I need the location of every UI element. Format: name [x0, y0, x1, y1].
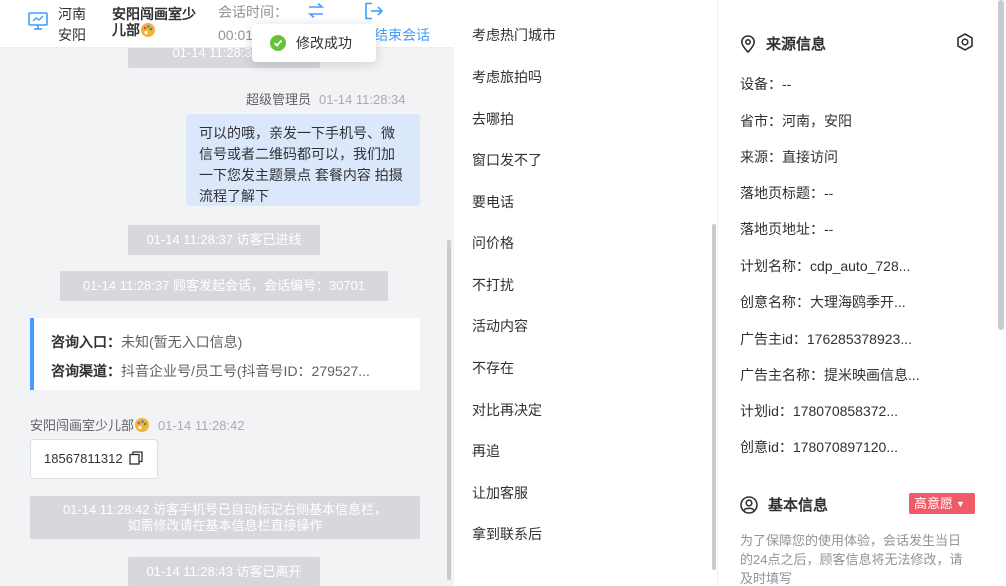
visitor-phone-message: 18567811312 — [30, 439, 158, 479]
visitor-name: 安阳闯画室少 儿部 — [112, 6, 212, 38]
consult-channel-value: 抖音企业号/员工号(抖音号ID：279527... — [121, 363, 370, 379]
end-session-button[interactable]: 结束会话 — [374, 26, 430, 44]
source-info-title: 来源信息 — [740, 33, 826, 54]
phone-note-line2: 如需修改请在基本信息栏直接操作 — [127, 518, 323, 533]
chat-header: 河南 安阳 安阳闯画室少 儿部 会话时间： 00:01 结束会话 — [0, 0, 454, 48]
quick-reply-scrollbar[interactable] — [712, 224, 716, 570]
consult-entry-row: 咨询入口：未知(暂无入口信息) — [51, 328, 411, 357]
quick-reply-item[interactable]: 对比再决定 — [472, 401, 542, 419]
edit-notice: 为了保障您的使用体验，会话发生当日的24点之后，顾客信息将无法修改，请及时填写 — [740, 533, 963, 586]
visitor-sender-line: 安阳闯画室少儿部 01-14 11:28:42 — [30, 415, 245, 434]
palette-emoji-icon — [141, 23, 155, 37]
success-toast: 修改成功 — [252, 24, 376, 62]
quick-reply-item[interactable]: 考虑热门城市 — [472, 26, 556, 44]
quick-reply-item[interactable]: 去哪拍 — [472, 110, 514, 128]
visitor-name-line2: 儿部 — [112, 22, 140, 38]
quick-reply-item[interactable]: 不打扰 — [472, 276, 514, 294]
quick-reply-item[interactable]: 再追 — [472, 442, 500, 460]
source-plan-name: 计划名称：cdp_auto_728... — [740, 258, 911, 274]
source-landing-title: 落地页标题：-- — [740, 185, 834, 201]
source-info-title-text: 来源信息 — [766, 36, 827, 53]
copy-icon[interactable] — [129, 451, 143, 465]
visitor-message-time: 01-14 11:28:42 — [158, 418, 245, 433]
transfer-icon[interactable] — [306, 2, 326, 20]
system-message: 01-14 11:28:37 顾客发起会话，会话编号：30701 — [60, 271, 388, 301]
monitor-icon — [28, 12, 48, 30]
agent-sender-line: 超级管理员 01-14 11:28:34 — [246, 89, 406, 108]
quick-reply-panel: 考虑热门城市 考虑旅拍吗 去哪拍 窗口发不了 要电话 问价格 不打扰 活动内容 … — [454, 0, 718, 586]
source-advertiser-name: 广告主名称：提米映画信息... — [740, 367, 920, 383]
visitor-name-line1: 安阳闯画室少 — [112, 6, 196, 22]
intent-level-dropdown[interactable]: 高意愿 ▼ — [909, 493, 975, 514]
source-device: 设备：-- — [740, 76, 792, 92]
quick-reply-item[interactable]: 考虑旅拍吗 — [472, 68, 542, 86]
location-pin-icon — [740, 34, 756, 53]
visitor-phone-text: 18567811312 — [44, 451, 123, 466]
session-time-label: 会话时间： — [218, 4, 288, 20]
basic-info-title-text: 基本信息 — [768, 497, 829, 514]
consult-info-card: 咨询入口：未知(暂无入口信息) 咨询渠道：抖音企业号/员工号(抖音号ID：279… — [30, 318, 420, 390]
phone-note-line1: 01-14 11:28:42 访客手机号已自动标记右侧基本信息栏， — [62, 502, 388, 517]
region-province: 河南 — [58, 6, 86, 22]
quick-reply-item[interactable]: 拿到联系后 — [472, 525, 542, 543]
chat-panel: 河南 安阳 安阳闯画室少 儿部 会话时间： 00:01 结束会话 修改成功 01… — [0, 0, 454, 586]
info-panel-scrollbar[interactable] — [998, 0, 1004, 330]
source-creative-name: 创意名称：大理海鸥季开... — [740, 294, 906, 310]
agent-sender-name: 超级管理员 — [246, 92, 312, 107]
agent-message-time: 01-14 11:28:34 — [319, 92, 406, 107]
settings-icon[interactable] — [956, 33, 974, 51]
consult-channel-label: 咨询渠道： — [51, 363, 121, 379]
caret-down-icon: ▼ — [956, 499, 965, 509]
basic-info-title: 基本信息 — [740, 494, 828, 515]
quick-reply-item[interactable]: 要电话 — [472, 193, 514, 211]
quick-reply-item[interactable]: 不存在 — [472, 359, 514, 377]
quick-reply-item[interactable]: 窗口发不了 — [472, 151, 542, 169]
chat-scrollbar[interactable] — [447, 240, 451, 580]
source-plan-id: 计划id：178070858372... — [740, 403, 898, 419]
consult-channel-row: 咨询渠道：抖音企业号/员工号(抖音号ID：279527... — [51, 357, 411, 386]
quick-reply-item[interactable]: 问价格 — [472, 234, 514, 252]
consult-entry-value: 未知(暂无入口信息) — [121, 334, 243, 350]
check-circle-icon — [270, 35, 286, 51]
quick-reply-item[interactable]: 活动内容 — [472, 317, 528, 335]
quick-reply-item[interactable]: 让加客服 — [472, 484, 528, 502]
agent-message-bubble: 可以的哦，亲发一下手机号、微信号或者二维码都可以，我们加一下您发主题景点 套餐内… — [186, 114, 420, 206]
system-message-phone-note: 01-14 11:28:42 访客手机号已自动标记右侧基本信息栏， 如需修改请在… — [30, 496, 420, 539]
source-creative-id: 创意id：178070897120... — [740, 439, 898, 455]
source-advertiser-id: 广告主id：176285378923... — [740, 331, 912, 347]
system-message: 01-14 11:28:37 访客已进线 — [128, 225, 320, 255]
visitor-name-line2-wrap: 儿部 — [112, 22, 212, 38]
session-time-value: 00:01 — [218, 27, 254, 43]
visitor-region: 河南 安阳 — [58, 4, 86, 46]
visitor-sender-name: 安阳闯画室少儿部 — [30, 418, 135, 433]
exit-icon[interactable] — [364, 2, 384, 20]
source-landing-url: 落地页地址：-- — [740, 221, 834, 237]
customer-info-panel: 来源信息 设备：-- 省市：河南，安阳 来源：直接访问 落地页标题：-- 落地页… — [718, 0, 1006, 586]
system-message: 01-14 11:28:43 访客已离开 — [128, 557, 320, 586]
region-city: 安阳 — [58, 27, 86, 43]
intent-level-label: 高意愿 — [914, 496, 954, 511]
user-circle-icon — [740, 495, 758, 514]
source-origin: 来源：直接访问 — [740, 149, 838, 165]
palette-emoji-icon — [135, 418, 150, 432]
source-province-city: 省市：河南，安阳 — [740, 113, 852, 129]
toast-text: 修改成功 — [296, 35, 352, 51]
consult-entry-label: 咨询入口： — [51, 334, 121, 350]
